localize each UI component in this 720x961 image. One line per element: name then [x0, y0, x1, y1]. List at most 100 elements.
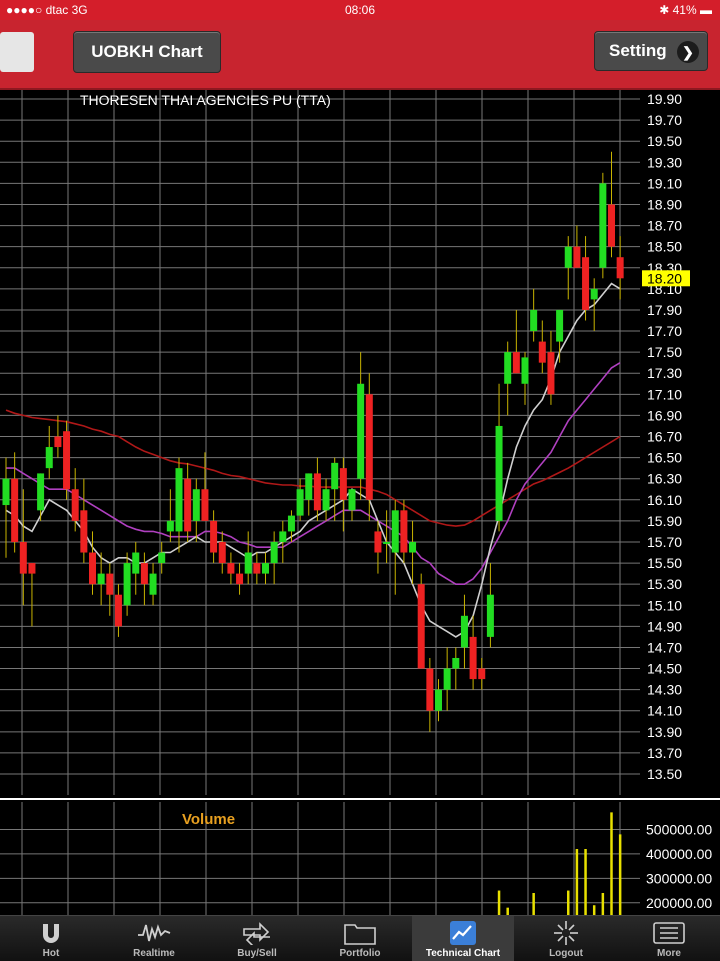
- price-tick-label: 17.30: [647, 365, 682, 381]
- candle: [97, 552, 105, 606]
- price-tick-label: 14.30: [647, 682, 682, 698]
- price-tick-label: 18.70: [647, 218, 682, 234]
- tab-hot[interactable]: Hot: [0, 916, 102, 961]
- candle-body: [512, 352, 520, 374]
- candle-body: [417, 584, 425, 669]
- price-tick-label: 15.70: [647, 534, 682, 550]
- candle-body: [166, 520, 174, 532]
- candle: [244, 531, 252, 585]
- candle: [305, 473, 313, 516]
- tab-technical-chart[interactable]: Technical Chart: [412, 916, 514, 961]
- candle: [287, 510, 295, 542]
- candle: [504, 341, 512, 416]
- price-tick-label: 16.30: [647, 471, 682, 487]
- tab-label: More: [657, 948, 681, 959]
- candle: [478, 657, 486, 690]
- candle-body: [227, 563, 235, 574]
- price-tick-label: 17.10: [647, 386, 682, 402]
- candle-body: [192, 489, 200, 521]
- price-tick-label: 14.50: [647, 661, 682, 677]
- candle-body: [45, 447, 53, 469]
- volume-title: Volume: [182, 811, 235, 828]
- volume-axis: 500000.00 400000.00 300000.00 200000.00: [646, 821, 712, 910]
- chart-title-button[interactable]: UOBKH Chart: [73, 31, 221, 73]
- candle: [132, 541, 140, 595]
- candle-body: [287, 515, 295, 532]
- candle-body: [391, 510, 399, 553]
- candle: [547, 331, 555, 405]
- realtime-icon: [103, 921, 205, 945]
- candle-body: [478, 668, 486, 680]
- candle: [2, 457, 10, 558]
- price-tick-label: 16.10: [647, 492, 682, 508]
- candle-body: [114, 594, 122, 627]
- tab-label: Buy/Sell: [237, 948, 277, 959]
- price-tick-label: 19.30: [647, 154, 682, 170]
- setting-button[interactable]: Setting ❯: [594, 31, 708, 71]
- candle: [590, 278, 598, 332]
- tab-portfolio[interactable]: Portfolio: [309, 916, 411, 961]
- logout-icon: [515, 921, 617, 945]
- candlesticks: [2, 151, 624, 732]
- candle: [556, 309, 564, 363]
- candle-body: [538, 341, 546, 363]
- candle: [512, 309, 520, 374]
- candle: [313, 457, 321, 521]
- chart-grid: [0, 90, 640, 795]
- price-tick-label: 15.90: [647, 513, 682, 529]
- candle-body: [28, 563, 36, 574]
- volume-tick-label: 500000.00: [646, 821, 712, 837]
- tab-label: Portfolio: [339, 948, 381, 959]
- price-tick-label: 17.70: [647, 323, 682, 339]
- candle: [530, 288, 538, 342]
- candle: [71, 468, 79, 532]
- tab-more[interactable]: More: [618, 916, 720, 961]
- buy-sell-icon: [206, 921, 308, 945]
- nav-bar: UOBKH Chart Setting ❯: [0, 20, 720, 90]
- candle: [19, 489, 27, 606]
- back-button[interactable]: [0, 32, 34, 72]
- candle: [460, 594, 468, 669]
- technical-chart-icon: [412, 921, 514, 945]
- candle-body: [564, 246, 572, 268]
- candle-body: [80, 510, 88, 553]
- tab-realtime[interactable]: Realtime: [103, 916, 205, 961]
- tab-label: Hot: [42, 948, 60, 959]
- candle-body: [262, 563, 269, 574]
- candle-body: [331, 462, 339, 490]
- candle: [409, 520, 417, 585]
- candle: [262, 552, 269, 585]
- candle-body: [270, 541, 278, 564]
- candle-body: [452, 657, 460, 669]
- candle-body: [71, 489, 79, 521]
- price-tick-label: 15.10: [647, 597, 682, 613]
- clock-label: 08:06: [344, 3, 376, 17]
- candle: [599, 172, 607, 279]
- candle-body: [521, 357, 529, 384]
- price-tick-label: 16.70: [647, 429, 682, 445]
- tab-label: Logout: [549, 948, 583, 959]
- candle-body: [89, 552, 96, 585]
- tab-logout[interactable]: Logout: [515, 916, 617, 961]
- battery-label: ✱ 41% ▬: [659, 3, 712, 17]
- tab-bar: Hot Realtime Buy/Sell Portfolio Technical Ch…: [0, 915, 720, 961]
- price-tick-label: 17.50: [647, 344, 682, 360]
- tab-buy-sell[interactable]: Buy/Sell: [206, 916, 308, 961]
- candle: [365, 373, 373, 521]
- candle-body: [469, 636, 477, 680]
- candle: [236, 563, 244, 595]
- candle-body: [608, 204, 615, 247]
- candle-body: [175, 468, 183, 532]
- chevron-right-icon: ❯: [677, 41, 699, 63]
- candle-body: [149, 573, 157, 595]
- candle-body: [348, 489, 356, 511]
- tab-label: Realtime: [133, 948, 175, 959]
- price-tick-label: 13.50: [647, 766, 682, 782]
- candle-body: [2, 478, 10, 506]
- candle-body: [37, 473, 45, 511]
- candle: [616, 236, 624, 300]
- candle: [28, 563, 36, 627]
- volume-tick-label: 400000.00: [646, 846, 712, 862]
- technical-chart[interactable]: 19.90 19.70 19.50 19.30 19.10 18.90 18.70 18.50…: [0, 90, 720, 915]
- candle: [564, 236, 572, 300]
